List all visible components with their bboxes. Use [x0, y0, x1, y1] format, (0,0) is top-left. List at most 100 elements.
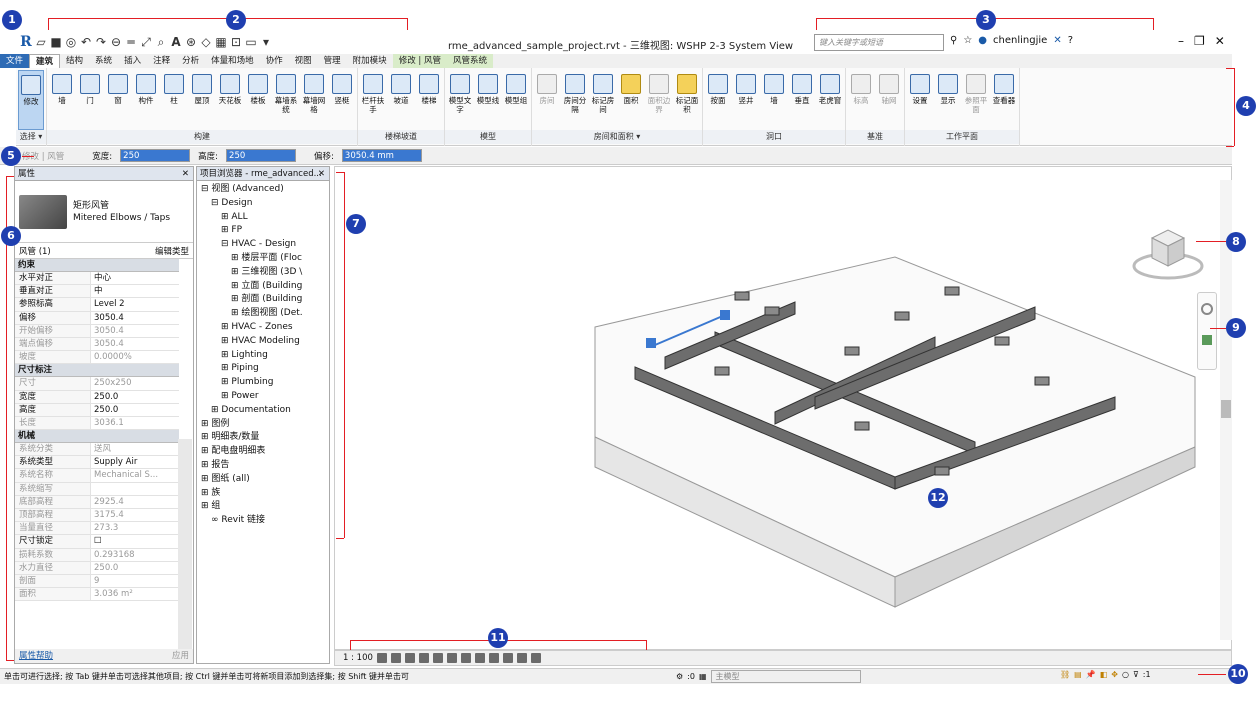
ribbon-tool-5-0[interactable]: 按面: [705, 70, 731, 130]
ribbon-tool-1-2[interactable]: 窗: [105, 70, 131, 130]
crop-icon[interactable]: [446, 653, 457, 663]
ribbon-tool-4-3[interactable]: 面积: [618, 70, 644, 130]
browser-node[interactable]: ⊞ 图纸 (all): [199, 473, 327, 487]
user-name[interactable]: chenlingjie: [993, 35, 1047, 46]
ribbon-tool-4-5[interactable]: 标记面积: [674, 70, 700, 130]
restore-icon[interactable]: ❐: [1194, 34, 1205, 48]
close-icon[interactable]: ✕: [182, 167, 189, 181]
dimension-icon[interactable]: ⤢: [140, 35, 152, 50]
select-by-face-icon[interactable]: ◧: [1100, 670, 1108, 679]
temp-hide-icon[interactable]: [488, 653, 499, 663]
render-icon[interactable]: [432, 653, 443, 663]
property-value[interactable]: 250.0: [91, 404, 179, 416]
property-value[interactable]: 中心: [91, 272, 179, 284]
minimize-icon[interactable]: –: [1178, 34, 1184, 48]
ribbon-tool-1-3[interactable]: 构件: [133, 70, 159, 130]
browser-node[interactable]: ⊞ 明细表/数量: [199, 431, 327, 445]
redo-icon[interactable]: ↷: [95, 35, 107, 49]
tag-icon[interactable]: ⌕: [155, 35, 167, 50]
tab-8[interactable]: 协作: [260, 54, 289, 68]
browser-node[interactable]: ⊟ Design: [199, 197, 327, 211]
height-input[interactable]: [226, 149, 297, 162]
browser-node[interactable]: ⊞ HVAC Modeling: [199, 335, 327, 349]
search-input[interactable]: 键入关键字或短语: [814, 34, 944, 51]
ribbon-tool-7-0[interactable]: 设置: [907, 70, 933, 130]
ribbon-tool-5-2[interactable]: 墙: [761, 70, 787, 130]
ribbon-tool-3-1[interactable]: 模型线: [475, 70, 501, 130]
browser-node[interactable]: ⊞ 楼层平面 (Floc: [199, 252, 327, 266]
panel-title[interactable]: 楼梯坡道: [358, 130, 444, 144]
apply-button[interactable]: 应用: [172, 649, 189, 663]
lock-view-icon[interactable]: [474, 653, 485, 663]
browser-node[interactable]: ⊞ Power: [199, 390, 327, 404]
property-value[interactable]: ☐: [91, 535, 179, 547]
show-crop-icon[interactable]: [460, 653, 471, 663]
view-cube[interactable]: [1126, 216, 1210, 286]
browser-node[interactable]: ∞ Revit 链接: [199, 514, 327, 528]
ribbon-tool-1-5[interactable]: 屋顶: [189, 70, 215, 130]
open-icon[interactable]: ▱: [35, 35, 47, 49]
edit-type-button[interactable]: 编辑类型: [155, 245, 189, 257]
ribbon-tool-6-0[interactable]: 标高: [848, 70, 874, 130]
property-value[interactable]: 中: [91, 285, 179, 297]
print-icon[interactable]: ⊖: [110, 35, 122, 49]
ribbon-tool-1-4[interactable]: 柱: [161, 70, 187, 130]
browser-node[interactable]: ⊞ Documentation: [199, 404, 327, 418]
close-hidden-icon[interactable]: ⊡: [230, 35, 242, 49]
ribbon-tool-1-7[interactable]: 楼板: [245, 70, 271, 130]
highlight-displacement-icon[interactable]: [530, 653, 541, 663]
thin-lines-icon[interactable]: ▦: [215, 35, 227, 49]
navigation-bar[interactable]: [1197, 292, 1217, 370]
model-select[interactable]: 主模型: [710, 670, 861, 683]
ribbon-tool-4-0[interactable]: 房间: [534, 70, 560, 130]
instance-filter[interactable]: 风管 (1) 编辑类型: [15, 243, 193, 259]
browser-node[interactable]: ⊞ 族: [199, 487, 327, 501]
tab-10[interactable]: 管理: [318, 54, 347, 68]
tab-5[interactable]: 注释: [147, 54, 176, 68]
ribbon-tool-1-10[interactable]: 竖梃: [329, 70, 355, 130]
steering-wheel-icon[interactable]: [1201, 303, 1213, 315]
tab-3[interactable]: 系统: [89, 54, 118, 68]
help-icon[interactable]: ?: [1068, 35, 1073, 46]
background-process-icon[interactable]: ○: [1122, 670, 1129, 679]
panel-title[interactable]: 基准: [846, 130, 904, 144]
browser-node[interactable]: ⊞ 报告: [199, 459, 327, 473]
browser-node[interactable]: ⊞ 绘图视图 (Det.: [199, 307, 327, 321]
grip-end[interactable]: [720, 310, 730, 320]
close-icon[interactable]: ✕: [1215, 34, 1225, 48]
subscription-icon[interactable]: ☆: [963, 35, 972, 46]
browser-node[interactable]: ⊞ 组: [199, 500, 327, 514]
ribbon-tool-1-0[interactable]: 墙: [49, 70, 75, 130]
ribbon-tool-2-1[interactable]: 坡道: [388, 70, 414, 130]
binoculars-icon[interactable]: ⚲: [950, 35, 957, 46]
ribbon-tool-1-9[interactable]: 幕墙网格: [301, 70, 327, 130]
ribbon-tool-1-1[interactable]: 门: [77, 70, 103, 130]
browser-node[interactable]: ⊞ 配电盘明细表: [199, 445, 327, 459]
panel-title[interactable]: 工作平面: [905, 130, 1019, 144]
zoom-icon[interactable]: [1202, 335, 1212, 345]
ribbon-tool-7-1[interactable]: 显示: [935, 70, 961, 130]
panel-title[interactable]: 房间和面积 ▾: [532, 130, 702, 144]
property-section[interactable]: 机械: [15, 430, 179, 444]
browser-node[interactable]: ⊞ 剖面 (Building: [199, 293, 327, 307]
sync-icon[interactable]: ◎: [65, 35, 77, 49]
tab-7[interactable]: 体量和场地: [205, 54, 260, 68]
section-icon[interactable]: ◇: [200, 35, 212, 49]
select-underlay-icon[interactable]: ▤: [1074, 670, 1082, 679]
ribbon-tool-6-1[interactable]: 轴网: [876, 70, 902, 130]
tab-4[interactable]: 插入: [118, 54, 147, 68]
panel-title[interactable]: 构建: [47, 130, 357, 144]
ribbon-tool-4-4[interactable]: 面积边界: [646, 70, 672, 130]
tab-2[interactable]: 结构: [60, 54, 89, 68]
ribbon-tool-2-2[interactable]: 楼梯: [416, 70, 442, 130]
revit-logo-icon[interactable]: R: [20, 34, 32, 50]
exchange-icon[interactable]: ✕: [1053, 35, 1061, 46]
property-value[interactable]: 3050.4: [91, 312, 179, 324]
model-3d-view[interactable]: [335, 167, 1233, 651]
view-scale[interactable]: 1 : 100: [343, 653, 373, 663]
workset-control[interactable]: ⚙ :0 ▦ 主模型: [676, 670, 861, 683]
undo-icon[interactable]: ↶: [80, 35, 92, 49]
browser-node[interactable]: ⊞ Plumbing: [199, 376, 327, 390]
default-3d-icon[interactable]: ⊛: [185, 35, 197, 49]
browser-node[interactable]: ⊞ 三维视图 (3D \: [199, 266, 327, 280]
